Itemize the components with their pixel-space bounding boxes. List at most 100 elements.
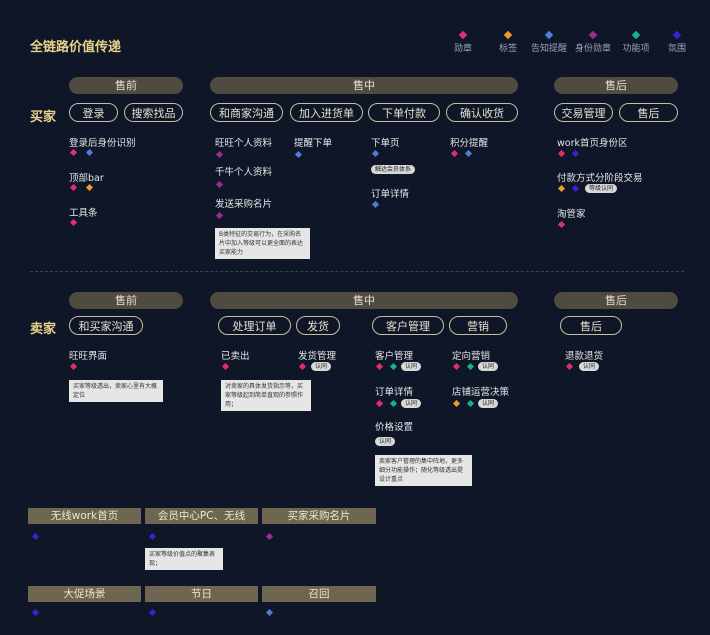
extra-note: 买家等级价值点的聚集表现；	[145, 548, 223, 570]
buyer-tag-member: 触达会员体系	[371, 165, 416, 174]
buyer-phase-presale: 售前	[69, 77, 183, 94]
extra-bar-work-home[interactable]: 无线work首页	[28, 508, 141, 524]
atmosphere-diamond-icon	[148, 532, 157, 541]
seller-note-wangwang: 买家等级透出，卖家心里有大概定位	[69, 380, 163, 402]
extra-bar-promotion[interactable]: 大促场景	[28, 586, 141, 602]
seller-phase-aftersale: 售后	[554, 292, 678, 309]
seller-item-target-marketing: 定向营销	[452, 351, 491, 362]
legend-label: 告知提醒	[530, 44, 567, 54]
legend-label: 功能项	[622, 44, 650, 54]
notify-diamond-icon	[371, 149, 380, 158]
buyer-note-card: B类特征的交易行为，在采购名片中加入等级可以更全面的表达买家能力	[215, 228, 310, 259]
notify-diamond-icon	[544, 30, 554, 40]
buyer-item-order-page: 下单页	[371, 138, 400, 149]
buyer-item-qianniu-profile: 千牛个人资料	[215, 167, 273, 178]
buyer-pill-login[interactable]: 登录	[69, 103, 118, 122]
buyer-phase-insale: 售中	[210, 77, 518, 94]
rank-diamond-icon	[450, 149, 459, 158]
notify-diamond-icon	[464, 149, 473, 158]
seller-label: 卖家	[30, 322, 57, 337]
seller-tag-marketing: 认同	[478, 362, 499, 371]
identity-diamond-icon	[215, 211, 224, 220]
extra-bar-member-center[interactable]: 会员中心PC、无线	[145, 508, 258, 524]
rank-diamond-icon	[298, 362, 307, 371]
identity-diamond-icon	[215, 180, 224, 189]
buyer-pill-pay[interactable]: 下单付款	[368, 103, 440, 122]
rank-diamond-icon	[375, 399, 384, 408]
seller-item-store-decision: 店铺运营决策	[452, 387, 510, 398]
atmosphere-diamond-icon	[31, 608, 40, 617]
buyer-pill-trade-manage[interactable]: 交易管理	[554, 103, 613, 122]
atmosphere-diamond-icon	[571, 184, 580, 193]
buyer-item-taoguanjia: 淘管家	[557, 209, 586, 220]
buyer-item-work-identity: work首页身份区	[557, 138, 628, 149]
buyer-item-payment-stage: 付款方式分阶段交易	[557, 173, 643, 184]
buyer-item-points-remind: 积分提醒	[450, 138, 489, 149]
tag-diamond-icon	[452, 399, 461, 408]
tag-diamond-icon	[503, 30, 513, 40]
feature-diamond-icon	[466, 362, 475, 371]
rank-diamond-icon	[557, 149, 566, 158]
buyer-item-login-identity: 登录后身份识别	[69, 138, 136, 149]
seller-item-wangwang: 旺旺界面	[69, 351, 108, 362]
buyer-pill-add-cart[interactable]: 加入进货单	[290, 103, 363, 122]
feature-diamond-icon	[389, 399, 398, 408]
page-title: 全链路价值传递	[30, 40, 122, 55]
feature-diamond-icon	[631, 30, 641, 40]
seller-pill-aftersale[interactable]: 售后	[560, 316, 622, 335]
identity-diamond-icon	[215, 150, 224, 159]
buyer-pill-confirm[interactable]: 确认收货	[446, 103, 518, 122]
atmosphere-diamond-icon	[571, 149, 580, 158]
buyer-pill-chat-merchant[interactable]: 和商家沟通	[210, 103, 283, 122]
rank-diamond-icon	[375, 362, 384, 371]
seller-item-sold: 已卖出	[221, 351, 250, 362]
buyer-label: 买家	[30, 110, 57, 125]
extra-bar-buyer-card[interactable]: 买家采购名片	[262, 508, 376, 524]
buyer-pill-aftersale[interactable]: 售后	[619, 103, 678, 122]
buyer-pill-search[interactable]: 搜索找品	[124, 103, 183, 122]
notify-diamond-icon	[371, 200, 380, 209]
seller-pill-process-order[interactable]: 处理订单	[218, 316, 291, 335]
buyer-item-send-card: 发送采购名片	[215, 199, 273, 210]
buyer-item-toolbar: 工具条	[69, 208, 98, 219]
rank-diamond-icon	[458, 30, 468, 40]
atmosphere-diamond-icon	[672, 30, 682, 40]
legend-item-tag: 标签	[488, 30, 528, 54]
buyer-item-order-detail: 订单详情	[371, 189, 410, 200]
seller-tag-ship: 认同	[311, 362, 332, 371]
seller-tag-price: 认同	[375, 437, 396, 446]
buyer-item-remind-order: 提醒下单	[294, 138, 333, 149]
seller-tag-store: 认同	[478, 399, 499, 408]
rank-diamond-icon	[557, 220, 566, 229]
rank-diamond-icon	[69, 183, 78, 192]
rank-diamond-icon	[69, 148, 78, 157]
seller-pill-chat-buyer[interactable]: 和买家沟通	[69, 316, 143, 335]
notify-diamond-icon	[265, 608, 274, 617]
seller-tag-refund: 认同	[579, 362, 600, 371]
buyer-tag-level: 等级认同	[585, 184, 618, 193]
rank-diamond-icon	[565, 362, 574, 371]
legend-label: 氛围	[667, 44, 686, 54]
notify-diamond-icon	[294, 150, 303, 159]
tag-diamond-icon	[85, 183, 94, 192]
seller-pill-ship[interactable]: 发货	[296, 316, 340, 335]
identity-diamond-icon	[265, 532, 274, 541]
rank-diamond-icon	[69, 362, 78, 371]
feature-diamond-icon	[466, 399, 475, 408]
extra-bar-festival[interactable]: 节日	[145, 586, 258, 602]
seller-phase-presale: 售前	[69, 292, 183, 309]
section-divider	[30, 271, 684, 272]
buyer-item-wangwang-profile: 旺旺个人资料	[215, 138, 273, 149]
legend-label: 勋章	[453, 44, 472, 54]
legend-label: 标签	[498, 44, 517, 54]
tag-diamond-icon	[557, 184, 566, 193]
rank-diamond-icon	[221, 362, 230, 371]
legend-item-rank: 勋章	[443, 30, 483, 54]
seller-pill-customer-manage[interactable]: 客户管理	[372, 316, 444, 335]
identity-diamond-icon	[588, 30, 598, 40]
seller-pill-marketing[interactable]: 营销	[449, 316, 507, 335]
seller-tag-customer: 认同	[401, 362, 422, 371]
legend-item-notify: 告知提醒	[529, 30, 569, 54]
extra-bar-recall[interactable]: 召回	[262, 586, 376, 602]
seller-item-price: 价格设置	[375, 422, 414, 433]
